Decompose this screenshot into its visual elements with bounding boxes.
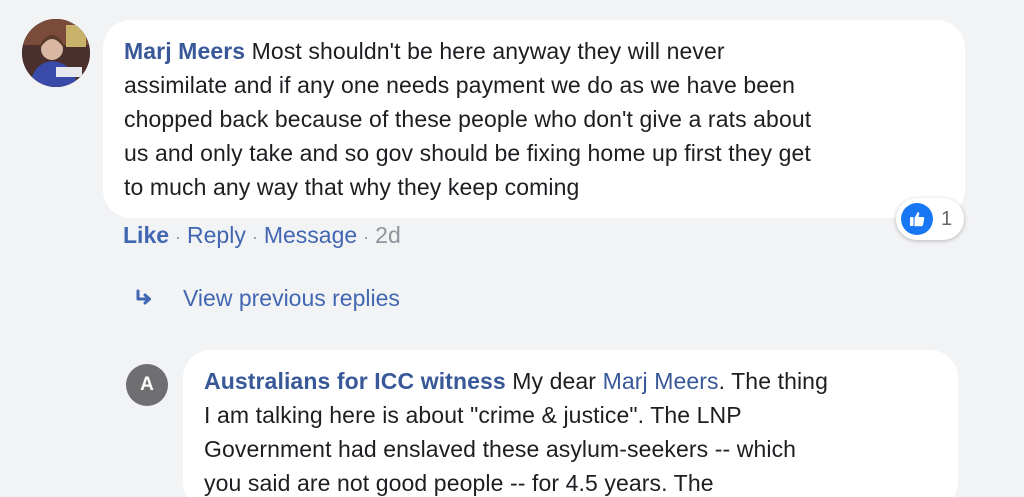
avatar[interactable]: A bbox=[126, 364, 168, 406]
comment-line: Marj Meers Most shouldn't be here anyway… bbox=[124, 34, 943, 68]
reply-bubble: Australians for ICC witness My dear Marj… bbox=[183, 350, 958, 497]
comment-text: chopped back because of these people who… bbox=[124, 106, 812, 132]
separator-dot: · bbox=[175, 227, 182, 247]
timestamp[interactable]: 2d bbox=[375, 222, 401, 248]
comment-text: assimilate and if any one needs payment … bbox=[124, 72, 795, 98]
separator-dot: · bbox=[251, 227, 258, 247]
reply-text: My dear bbox=[512, 368, 597, 394]
view-previous-replies-label[interactable]: View previous replies bbox=[183, 281, 400, 315]
like-link[interactable]: Like bbox=[123, 222, 169, 248]
reaction-badge[interactable]: 1 bbox=[896, 198, 965, 240]
comment-author-link[interactable]: Marj Meers bbox=[124, 38, 245, 64]
reply-line: Australians for ICC witness My dear Marj… bbox=[204, 364, 936, 398]
reply-text: . The thing bbox=[718, 368, 828, 394]
separator-dot: · bbox=[363, 227, 370, 247]
reply-arrow-icon bbox=[133, 284, 161, 312]
reply-text: Government had enslaved these asylum-see… bbox=[204, 436, 797, 462]
comment-thread: Marj Meers Most shouldn't be here anyway… bbox=[0, 0, 1024, 497]
comment-actions: Like · Reply · Message · 2d bbox=[123, 218, 401, 254]
thumbs-up-icon bbox=[901, 203, 933, 235]
view-previous-replies[interactable]: View previous replies bbox=[133, 281, 400, 315]
comment-text: Most shouldn't be here anyway they will … bbox=[251, 38, 725, 64]
comment-text: us and only take and so gov should be fi… bbox=[124, 140, 811, 166]
avatar[interactable] bbox=[22, 19, 90, 87]
reply-text: I am talking here is about "crime & just… bbox=[204, 402, 742, 428]
reply-author-link[interactable]: Australians for ICC witness bbox=[204, 368, 506, 394]
comment-bubble: Marj Meers Most shouldn't be here anyway… bbox=[103, 20, 965, 218]
comment-text: to much any way that why they keep comin… bbox=[124, 174, 580, 200]
reply-link[interactable]: Reply bbox=[187, 222, 246, 248]
mention-link[interactable]: Marj Meers bbox=[603, 368, 719, 394]
message-link[interactable]: Message bbox=[264, 222, 357, 248]
avatar-letter: A bbox=[140, 374, 154, 395]
reply-text: you said are not good people -- for 4.5 … bbox=[204, 470, 714, 496]
reaction-count: 1 bbox=[941, 207, 953, 230]
